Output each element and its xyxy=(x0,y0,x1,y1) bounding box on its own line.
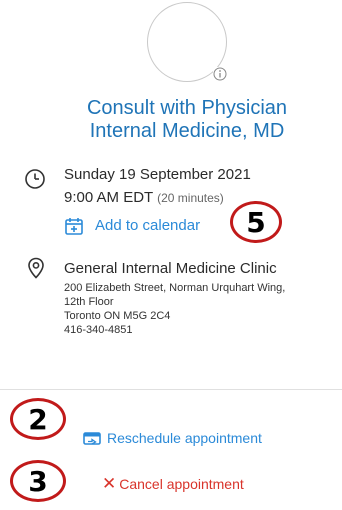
cancel-label: Cancel appointment xyxy=(119,476,244,492)
close-icon: ✕ xyxy=(102,474,117,493)
reschedule-icon xyxy=(83,432,101,445)
cancel-button[interactable]: ✕ Cancel appointment xyxy=(102,474,244,493)
address-line: 200 Elizabeth Street, Norman Urquhart Wi… xyxy=(64,282,286,294)
address-line: 12th Floor xyxy=(64,296,114,308)
appointment-date: Sunday 19 September 2021 xyxy=(64,166,251,183)
annotation-marker-2: 2 xyxy=(10,398,66,440)
annotation-marker-5: 5 xyxy=(230,201,282,243)
appointment-title: Consult with Physician Internal Medicine… xyxy=(0,97,342,143)
appointment-duration: (20 minutes) xyxy=(157,191,224,205)
appointment-time-row: 9:00 AM EDT (20 minutes) xyxy=(64,189,224,207)
calendar-icon[interactable] xyxy=(64,216,84,236)
phone-number: 416-340-4851 xyxy=(64,324,133,336)
info-icon[interactable] xyxy=(213,67,227,81)
address-line: Toronto ON M5G 2C4 xyxy=(64,310,171,322)
add-to-calendar-link[interactable]: Add to calendar xyxy=(95,216,200,236)
divider xyxy=(0,389,342,390)
map-pin-icon xyxy=(28,257,44,279)
reschedule-button[interactable]: Reschedule appointment xyxy=(83,430,262,446)
clinic-address: 200 Elizabeth Street, Norman Urquhart Wi… xyxy=(64,281,342,337)
annotation-marker-3: 3 xyxy=(10,460,66,502)
clock-icon xyxy=(25,169,45,189)
title-line-1: Consult with Physician xyxy=(86,97,288,119)
appointment-time: 9:00 AM EDT xyxy=(64,189,153,206)
clinic-name: General Internal Medicine Clinic xyxy=(64,260,277,277)
title-line-2: Internal Medicine, MD xyxy=(89,120,285,142)
reschedule-label: Reschedule appointment xyxy=(107,430,262,446)
